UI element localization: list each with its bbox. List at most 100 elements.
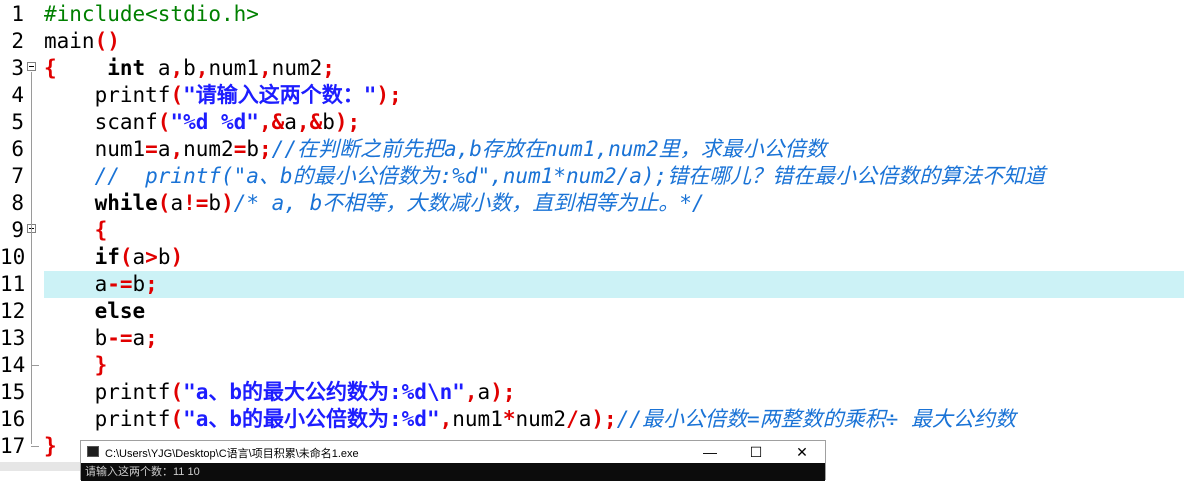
code-token: printf bbox=[44, 380, 171, 404]
code-text: printf("a、b的最小公倍数为:%d",num1*num2/a);//最小… bbox=[44, 406, 1016, 433]
code-text: while(a!=b)/* a, b不相等，大数减小数，直到相等为止。*/ bbox=[44, 190, 705, 217]
code-token: num2 bbox=[515, 407, 567, 431]
code-editor[interactable]: 1 #include<stdio.h> 2 main() 3{ int a,b,num1… bbox=[0, 0, 1184, 471]
code-token: // printf("a、b的最小公倍数为:%d",num1*num2/a);错… bbox=[44, 164, 1046, 188]
line-number: 15 bbox=[0, 380, 26, 404]
code-token: b bbox=[208, 191, 222, 215]
code-token: b bbox=[132, 272, 146, 296]
code-token: ) bbox=[170, 245, 184, 269]
code-line[interactable]: 9 { bbox=[0, 217, 1184, 244]
code-token: } bbox=[44, 353, 108, 377]
code-token: a bbox=[284, 110, 297, 134]
code-token: ); bbox=[376, 83, 402, 107]
code-token: ; bbox=[259, 137, 272, 161]
code-text: printf("请输入这两个数："); bbox=[44, 82, 402, 109]
code-line[interactable]: 1 #include<stdio.h> bbox=[0, 1, 1184, 28]
code-text: { bbox=[44, 217, 108, 244]
code-token: , bbox=[170, 137, 184, 161]
code-line[interactable]: 15 printf("a、b的最大公约数为:%d\n",a); bbox=[0, 379, 1184, 406]
fold-collapse-icon[interactable] bbox=[27, 62, 36, 71]
line-number: 6 bbox=[11, 137, 24, 161]
code-token: main bbox=[44, 29, 95, 53]
code-token: ; bbox=[145, 272, 158, 296]
code-token: ; bbox=[145, 326, 158, 350]
line-number: 17 bbox=[0, 434, 26, 458]
code-token: num2 bbox=[271, 56, 323, 80]
code-token: , bbox=[439, 407, 453, 431]
line-number: 13 bbox=[0, 326, 26, 350]
console-titlebar[interactable]: C:\Users\YJG\Desktop\C语言\项目积累\未命名1.exe —… bbox=[81, 441, 825, 463]
code-token: a bbox=[132, 326, 146, 350]
line-number: 16 bbox=[0, 407, 26, 431]
code-token: num1 bbox=[208, 56, 260, 80]
code-token: a bbox=[132, 245, 146, 269]
code-token: b bbox=[44, 326, 108, 350]
code-token: ( bbox=[170, 407, 184, 431]
code-token: a bbox=[145, 56, 171, 80]
console-title: C:\Users\YJG\Desktop\C语言\项目积累\未命名1.exe bbox=[105, 448, 359, 460]
code-token: else bbox=[44, 299, 146, 323]
code-token: > bbox=[145, 245, 158, 269]
code-token: num1 bbox=[452, 407, 503, 431]
code-line[interactable]: 6 num1=a,num2=b;//在判断之前先把a,b存放在num1,num2… bbox=[0, 136, 1184, 163]
code-line[interactable]: 12 else bbox=[0, 298, 1184, 325]
code-token: / bbox=[566, 407, 579, 431]
line-number: 4 bbox=[11, 83, 24, 107]
line-number: 7 bbox=[11, 164, 24, 188]
code-token: printf bbox=[44, 407, 171, 431]
code-token: while bbox=[44, 191, 158, 215]
code-line[interactable]: 13 b-=a; bbox=[0, 325, 1184, 352]
code-text: } bbox=[44, 352, 108, 379]
maximize-button[interactable]: ☐ bbox=[733, 441, 779, 463]
code-token: a bbox=[44, 272, 108, 296]
code-line[interactable]: 4 printf("请输入这两个数："); bbox=[0, 82, 1184, 109]
close-button[interactable]: ✕ bbox=[779, 441, 825, 463]
code-token: ); bbox=[334, 110, 361, 134]
code-token: //最小公倍数=两整数的乘积÷ 最大公约数 bbox=[616, 407, 1016, 431]
code-text: // printf("a、b的最小公倍数为:%d",num1*num2/a);错… bbox=[44, 163, 1046, 190]
code-token: /* a, b不相等，大数减小数，直到相等为止。*/ bbox=[233, 191, 705, 215]
code-line[interactable]: 16 printf("a、b的最小公倍数为:%d",num1*num2/a);/… bbox=[0, 406, 1184, 433]
code-line[interactable]: 3{ int a,b,num1,num2; bbox=[0, 55, 1184, 82]
code-text: scanf("%d %d",&a,&b); bbox=[44, 109, 361, 136]
code-text: else bbox=[44, 298, 146, 325]
code-token: () bbox=[94, 29, 120, 53]
code-text: #include<stdio.h> bbox=[44, 1, 259, 28]
code-token: ,& bbox=[296, 110, 323, 134]
line-number: 3 bbox=[11, 56, 24, 80]
code-token: "a、b的最小公倍数为:%d" bbox=[183, 407, 440, 431]
code-token: b bbox=[322, 110, 335, 134]
code-line[interactable]: 5 scanf("%d %d",&a,&b); bbox=[0, 109, 1184, 136]
line-number: 14 bbox=[0, 353, 26, 377]
minimize-button[interactable]: — bbox=[687, 441, 733, 463]
code-token: a bbox=[578, 407, 592, 431]
code-token: , bbox=[259, 56, 272, 80]
code-token: ( bbox=[170, 83, 184, 107]
line-number: 10 bbox=[0, 245, 26, 269]
code-line[interactable]: 8 while(a!=b)/* a, b不相等，大数减小数，直到相等为止。*/ bbox=[0, 190, 1184, 217]
code-token: ( bbox=[157, 191, 171, 215]
code-token: ); bbox=[490, 380, 516, 404]
code-line[interactable]: 7 // printf("a、b的最小公倍数为:%d",num1*num2/a)… bbox=[0, 163, 1184, 190]
code-token: //在判断之前先把a,b存放在num1,num2里，求最小公倍数 bbox=[271, 137, 827, 161]
code-line[interactable]: 11 a-=b; bbox=[0, 271, 1184, 298]
code-token: -= bbox=[107, 326, 133, 350]
code-token: ); bbox=[591, 407, 617, 431]
line-number: 1 bbox=[11, 2, 24, 26]
code-line[interactable]: 10 if(a>b) bbox=[0, 244, 1184, 271]
code-token: a bbox=[157, 137, 171, 161]
code-token: } bbox=[44, 434, 57, 458]
code-line[interactable]: 14 } bbox=[0, 352, 1184, 379]
code-text: a-=b; bbox=[44, 271, 158, 298]
code-text: printf("a、b的最大公约数为:%d\n",a); bbox=[44, 379, 516, 406]
console-output: 请输入这两个数：11 10 bbox=[81, 463, 825, 481]
code-token: num1 bbox=[44, 137, 146, 161]
fold-guide-end bbox=[31, 365, 39, 366]
code-token: scanf bbox=[44, 110, 158, 134]
code-token: b bbox=[246, 137, 260, 161]
line-number: 8 bbox=[11, 191, 24, 215]
code-line[interactable]: 2 main() bbox=[0, 28, 1184, 55]
code-token: printf bbox=[44, 83, 171, 107]
console-window[interactable]: C:\Users\YJG\Desktop\C语言\项目积累\未命名1.exe —… bbox=[80, 440, 826, 481]
